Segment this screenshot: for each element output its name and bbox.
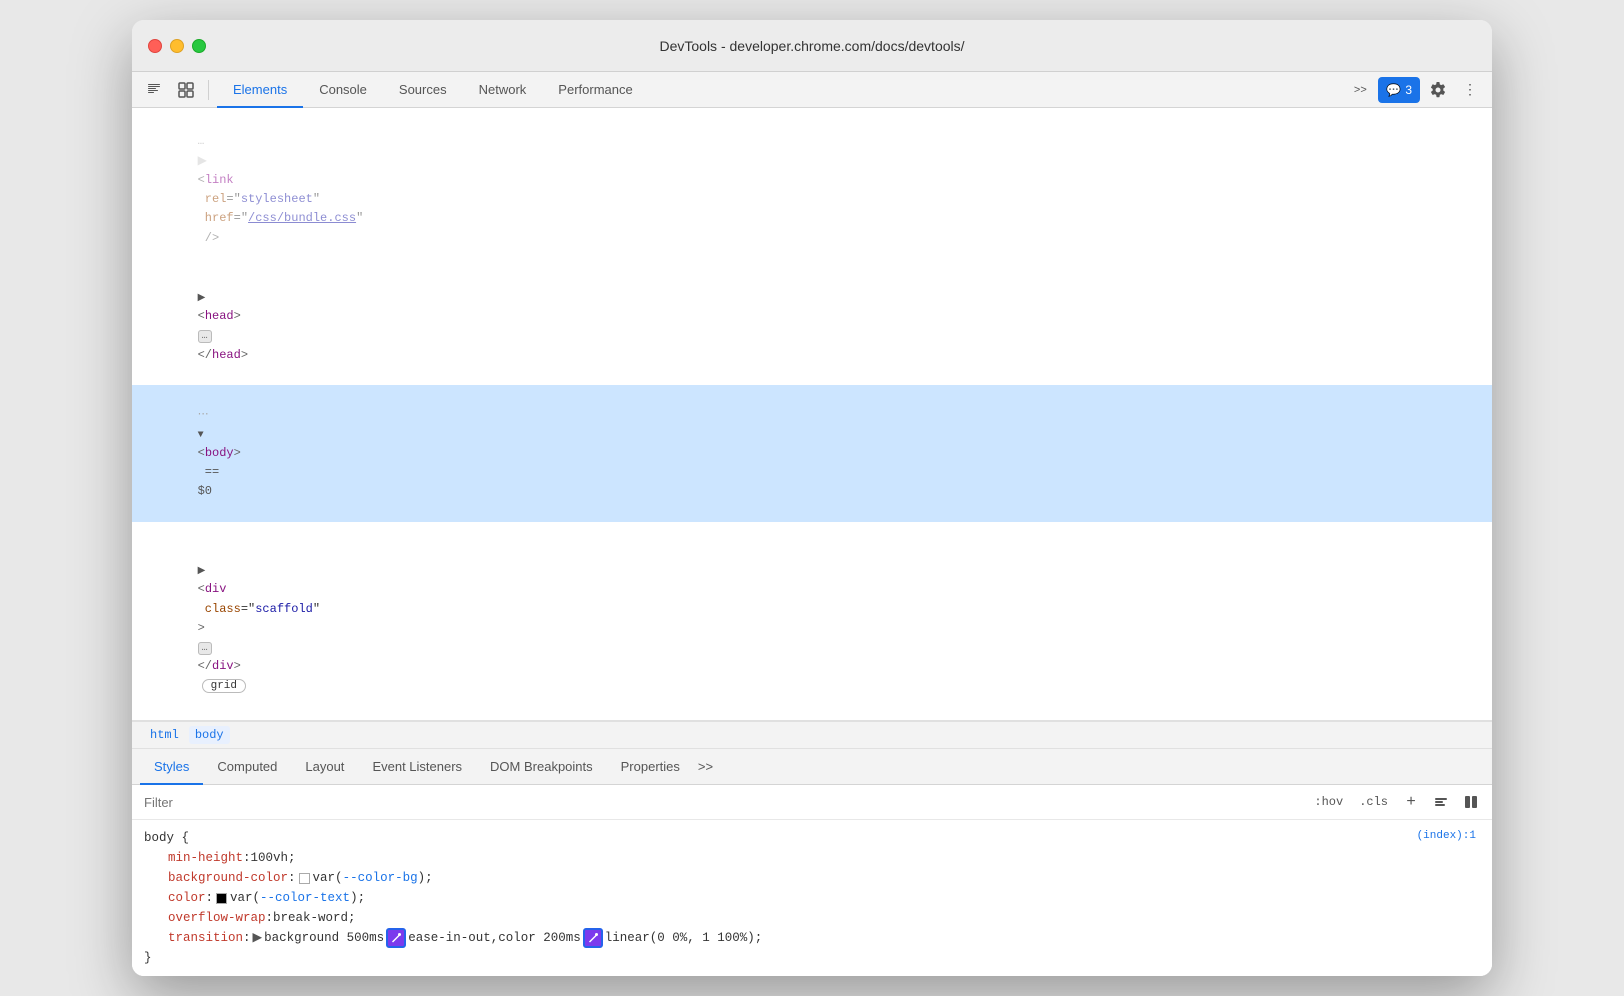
devtools-panel: Elements Console Sources Network Perform… (132, 72, 1492, 976)
dom-line-head: ▶ <head> … </head> (132, 268, 1492, 385)
breadcrumb-html[interactable]: html (144, 726, 185, 744)
text-color-swatch[interactable] (216, 893, 227, 904)
tab-console[interactable]: Console (303, 72, 383, 108)
styles-more-button[interactable]: >> (698, 759, 713, 774)
filter-input[interactable] (140, 791, 1300, 814)
css-property-color: color : var(--color-text); (144, 888, 1480, 908)
maximize-button[interactable] (192, 39, 206, 53)
css-prop-color: color (168, 888, 206, 908)
window-title: DevTools - developer.chrome.com/docs/dev… (659, 38, 964, 54)
dom-panel: … ▶ <link rel="stylesheet" href="/css/bu… (132, 108, 1492, 721)
grid-badge[interactable]: grid (202, 679, 246, 693)
traffic-lights (148, 39, 206, 53)
dom-line-body: ⋯ ▼ <body> == $0 (132, 385, 1492, 522)
css-prop-min-height: min-height (168, 848, 243, 868)
css-prop-bg-color: background-color (168, 868, 288, 888)
tab-performance[interactable]: Performance (542, 72, 648, 108)
dom-line-faded: … ▶ <link rel="stylesheet" href="/css/bu… (132, 112, 1492, 268)
tab-properties[interactable]: Properties (607, 749, 694, 785)
toolbar-separator (208, 80, 209, 100)
bg-color-swatch[interactable] (299, 873, 310, 884)
tab-network[interactable]: Network (463, 72, 543, 108)
minimize-button[interactable] (170, 39, 184, 53)
color-var-link[interactable]: --color-text (260, 888, 350, 908)
tab-dom-breakpoints[interactable]: DOM Breakpoints (476, 749, 607, 785)
toolbar-right: >> 💬 3 ⋮ (1346, 76, 1484, 104)
css-closing-line: } (144, 948, 1480, 968)
titlebar: DevTools - developer.chrome.com/docs/dev… (132, 20, 1492, 72)
badge-count: 3 (1405, 83, 1412, 97)
computed-style-sidebar-button[interactable] (1458, 789, 1484, 815)
cls-button[interactable]: .cls (1353, 793, 1394, 811)
css-prop-transition: transition (168, 928, 243, 948)
tab-event-listeners[interactable]: Event Listeners (358, 749, 476, 785)
add-style-rule-button[interactable]: + (1398, 789, 1424, 815)
settings-button[interactable] (1424, 76, 1452, 104)
badge-icon: 💬 (1386, 83, 1401, 97)
css-selector: body { (144, 828, 189, 848)
notifications-button[interactable]: 💬 3 (1378, 77, 1420, 103)
css-val-min-height: 100vh; (251, 848, 296, 868)
css-panel: (index):1 body { min-height : 100vh; bac… (132, 820, 1492, 976)
css-property-overflow-wrap: overflow-wrap : break-word; (144, 908, 1480, 928)
dom-line-div: ▶ <div class="scaffold" > … </div> grid (132, 522, 1492, 716)
filter-bar: :hov .cls + (132, 785, 1492, 820)
color-picker-1[interactable] (386, 928, 406, 948)
select-element-button[interactable] (140, 76, 168, 104)
more-tabs-button[interactable]: >> (1346, 76, 1374, 104)
color-picker-2[interactable] (583, 928, 603, 948)
css-property-bg-color: background-color : var(--color-bg); (144, 868, 1480, 888)
inspect-button[interactable] (172, 76, 200, 104)
css-val-bg-color: var( (313, 868, 343, 888)
tab-elements[interactable]: Elements (217, 72, 303, 108)
css-selector-line: body { (144, 828, 1480, 848)
filter-actions: :hov .cls + (1308, 789, 1484, 815)
devtools-toolbar: Elements Console Sources Network Perform… (132, 72, 1492, 108)
css-prop-overflow-wrap: overflow-wrap (168, 908, 266, 928)
hov-button[interactable]: :hov (1308, 793, 1349, 811)
tab-styles[interactable]: Styles (140, 749, 203, 785)
css-closing-brace: } (144, 948, 152, 968)
breadcrumb-bar: html body (132, 721, 1492, 749)
devtools-window: DevTools - developer.chrome.com/docs/dev… (132, 20, 1492, 976)
devtools-tabs: Elements Console Sources Network Perform… (217, 72, 1342, 108)
toggle-element-state-button[interactable] (1428, 789, 1454, 815)
tab-computed[interactable]: Computed (203, 749, 291, 785)
tab-layout[interactable]: Layout (291, 749, 358, 785)
customize-button[interactable]: ⋮ (1456, 76, 1484, 104)
close-button[interactable] (148, 39, 162, 53)
bg-color-var-link[interactable]: --color-bg (343, 868, 418, 888)
tab-sources[interactable]: Sources (383, 72, 463, 108)
css-property-transition: transition : ▶ background 500ms ease-in-… (144, 928, 1480, 948)
styles-subtabs: Styles Computed Layout Event Listeners D… (132, 749, 1492, 785)
css-val-overflow-wrap: break-word; (273, 908, 356, 928)
breadcrumb-body[interactable]: body (189, 726, 230, 744)
transition-expand-arrow[interactable]: ▶ (253, 928, 263, 948)
css-property-min-height: min-height : 100vh; (144, 848, 1480, 868)
